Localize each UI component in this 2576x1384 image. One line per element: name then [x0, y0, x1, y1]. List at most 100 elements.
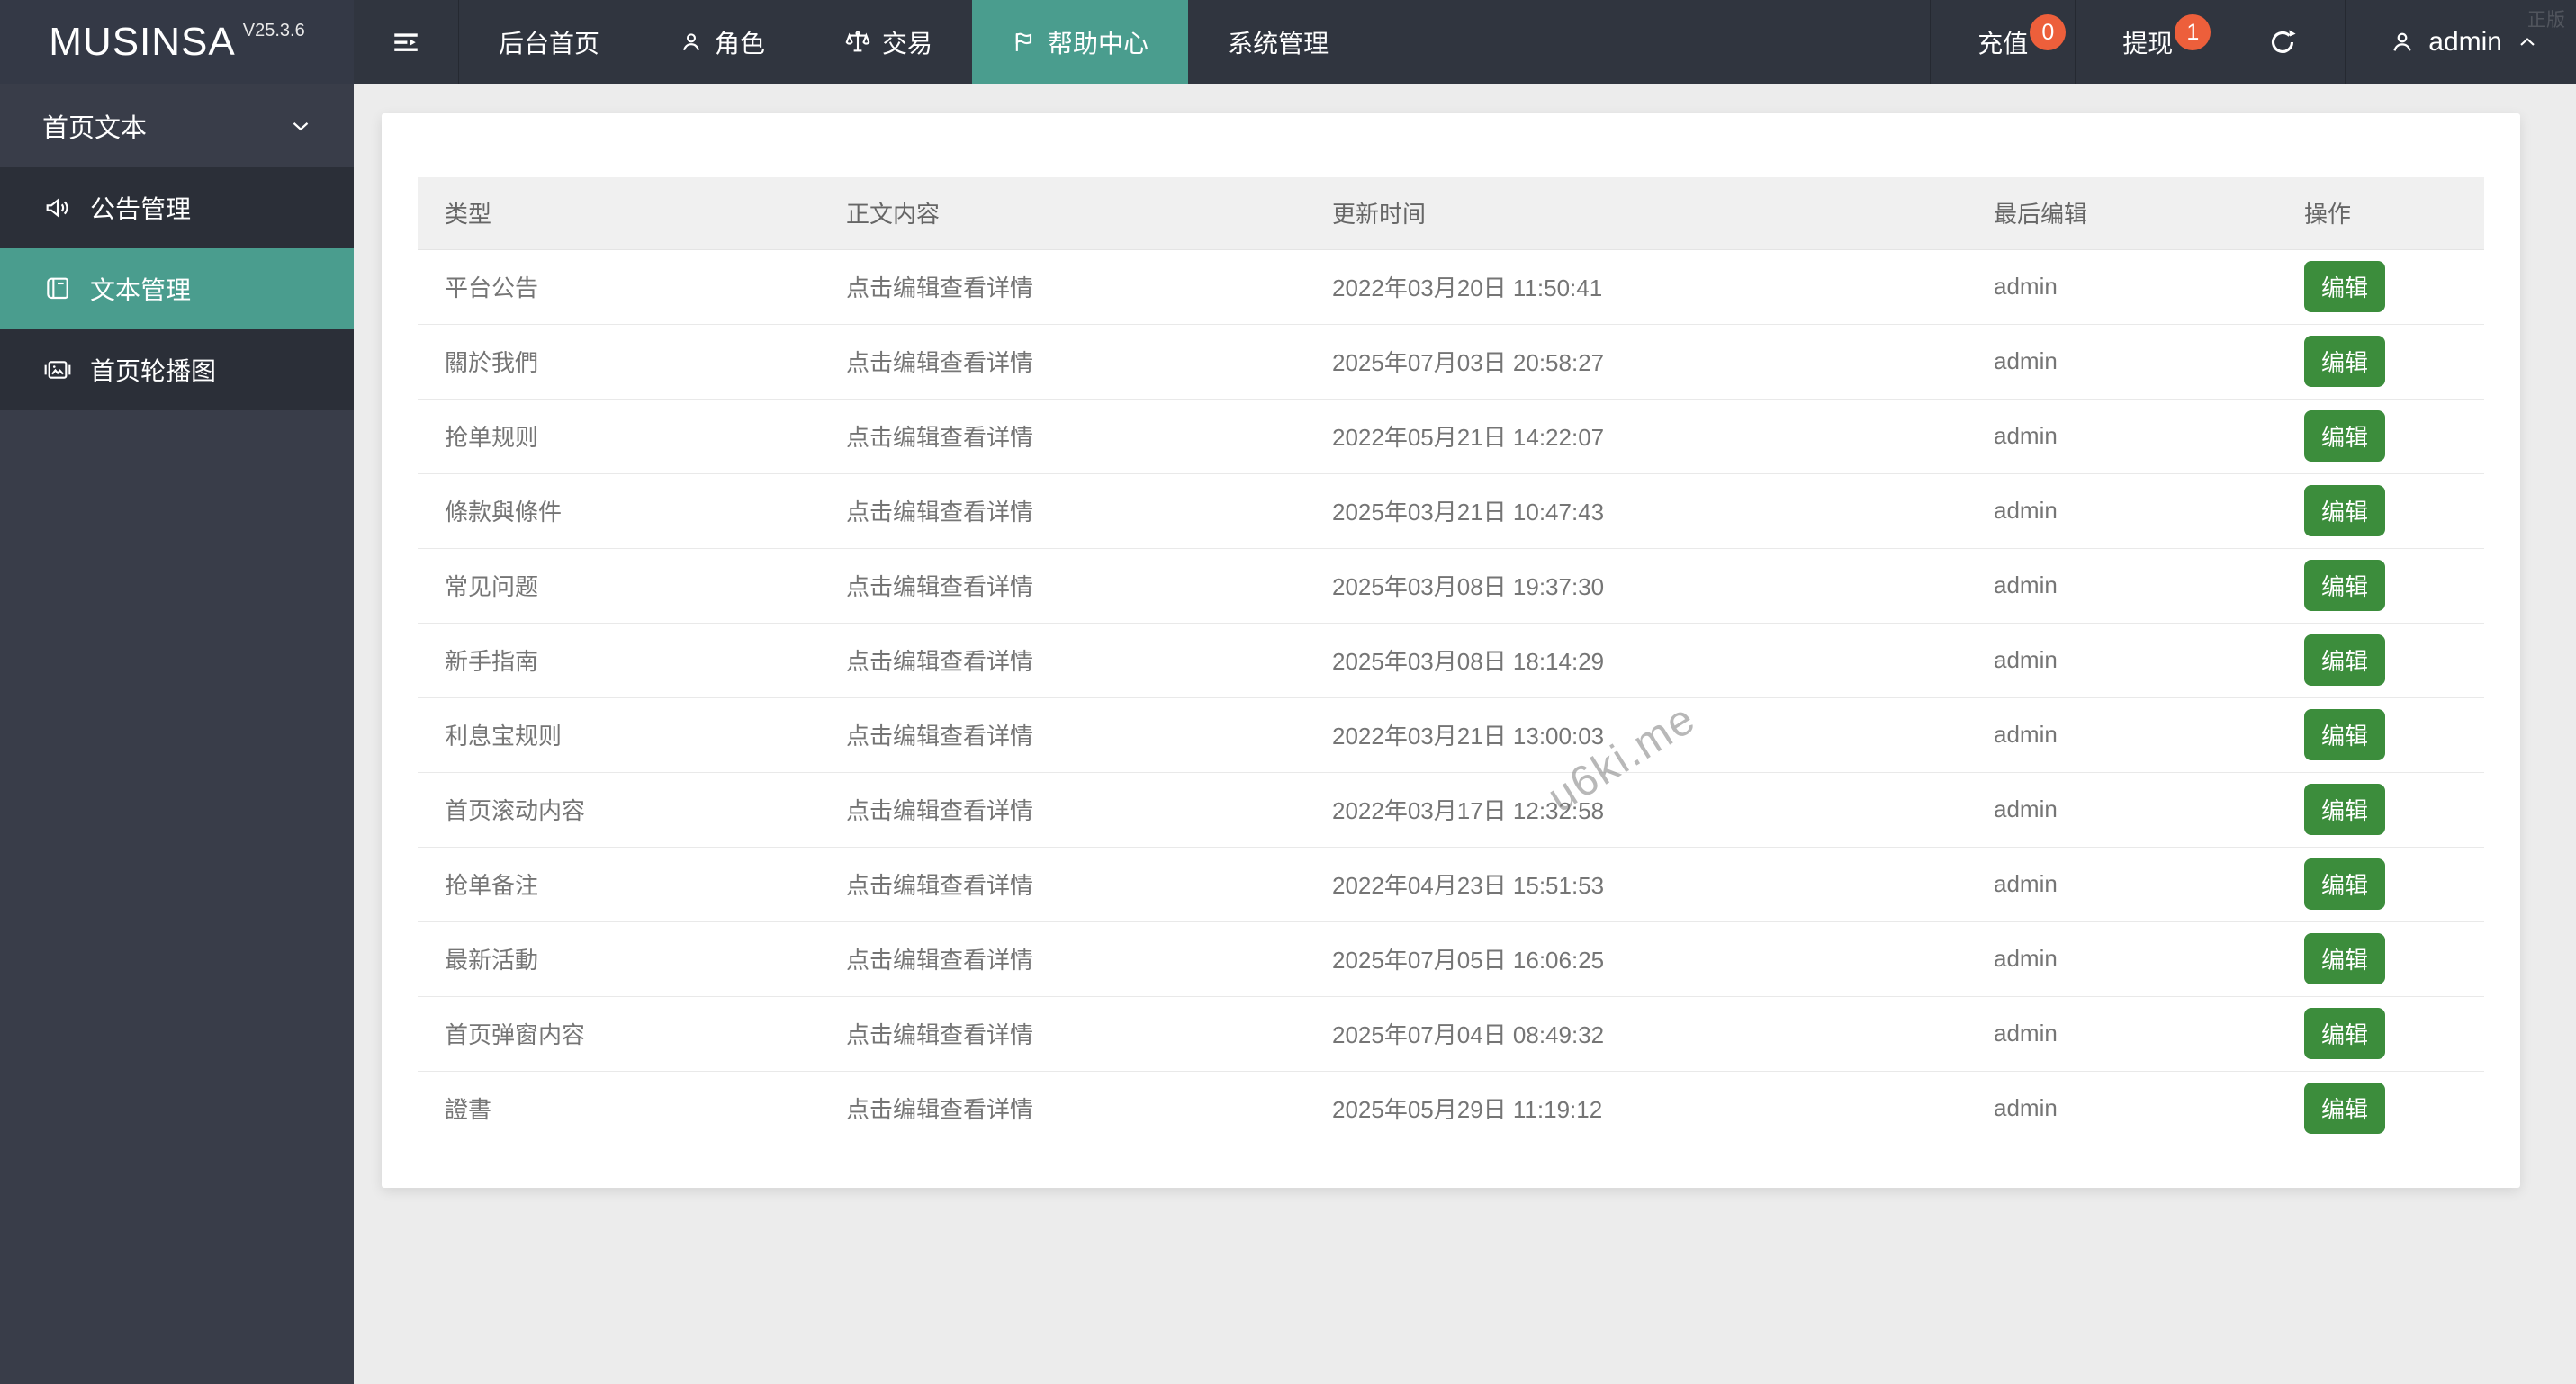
refresh-button[interactable] [2220, 0, 2345, 84]
nav-item-label: 后台首页 [499, 29, 600, 58]
nav-item-system[interactable]: 系统管理 [1188, 0, 1368, 84]
edit-button[interactable]: 编辑 [2304, 933, 2386, 984]
scales-icon [844, 29, 871, 56]
cell-editor: admin [1967, 772, 2277, 848]
cell-content: 点击编辑查看详情 [819, 473, 1305, 549]
cell-time: 2022年04月23日 15:51:53 [1305, 847, 1967, 922]
column-header-action: 操作 [2277, 177, 2484, 250]
cell-editor: admin [1967, 1071, 2277, 1146]
nav-item-roles[interactable]: 角色 [639, 0, 805, 84]
cell-content: 点击编辑查看详情 [819, 847, 1305, 922]
edit-button[interactable]: 编辑 [2304, 709, 2386, 760]
cell-action: 编辑 [2277, 847, 2484, 922]
sidebar-item-carousel[interactable]: 首页轮播图 [0, 329, 354, 410]
chevron-down-icon [287, 112, 314, 139]
cell-action: 编辑 [2277, 548, 2484, 624]
user-menu[interactable]: admin [2345, 0, 2576, 84]
logo-version: V25.3.6 [242, 21, 305, 40]
sidebar-item-label: 首页轮播图 [90, 357, 217, 385]
nav-item-help-center[interactable]: 帮助中心 [972, 0, 1189, 84]
withdraw-badge: 1 [2175, 14, 2211, 50]
recharge-badge: 0 [2030, 14, 2067, 50]
main-content: 类型 正文内容 更新时间 最后编辑 操作 平台公告 点击编辑查看详情 2022年… [354, 84, 2576, 1384]
nav-item-label: 角色 [715, 29, 766, 58]
withdraw-button[interactable]: 提现 1 [2075, 0, 2220, 84]
sidebar: 首页文本 公告管理 文本管理 首页轮播图 [0, 84, 354, 1384]
recharge-button[interactable]: 充值 0 [1930, 0, 2075, 84]
cell-time: 2022年03月21日 13:00:03 [1305, 697, 1967, 773]
cell-time: 2025年03月08日 18:14:29 [1305, 623, 1967, 698]
recharge-label: 充值 [1977, 29, 2029, 58]
sidebar-item-label: 文本管理 [90, 276, 192, 304]
table-row: 新手指南 点击编辑查看详情 2025年03月08日 18:14:29 admin… [418, 623, 2484, 698]
column-header-time: 更新时间 [1305, 177, 1967, 250]
edit-button[interactable]: 编辑 [2304, 634, 2386, 686]
cell-editor: admin [1967, 996, 2277, 1072]
cell-editor: admin [1967, 548, 2277, 624]
edit-button[interactable]: 编辑 [2304, 261, 2386, 312]
cell-type: 首页弹窗内容 [418, 996, 819, 1072]
nav-item-label: 帮助中心 [1048, 29, 1149, 58]
sidebar-collapse-button[interactable] [354, 0, 459, 84]
cell-editor: admin [1967, 249, 2277, 325]
sidebar-group-home-text[interactable]: 首页文本 [0, 84, 354, 167]
cell-type: 條款與條件 [418, 473, 819, 549]
cell-type: 最新活動 [418, 921, 819, 997]
cell-content: 点击编辑查看详情 [819, 772, 1305, 848]
edit-button[interactable]: 编辑 [2304, 784, 2386, 835]
nav-item-trade[interactable]: 交易 [805, 0, 972, 84]
username: admin [2428, 26, 2502, 57]
person-icon [679, 30, 704, 55]
edit-button[interactable]: 编辑 [2304, 560, 2386, 611]
edit-button[interactable]: 编辑 [2304, 336, 2386, 387]
cell-action: 编辑 [2277, 473, 2484, 549]
cell-time: 2025年05月29日 11:19:12 [1305, 1071, 1967, 1146]
cell-editor: admin [1967, 697, 2277, 773]
carousel-icon [43, 355, 72, 384]
edit-button[interactable]: 编辑 [2304, 858, 2386, 910]
table-row: 首页弹窗内容 点击编辑查看详情 2025年07月04日 08:49:32 adm… [418, 996, 2484, 1072]
nav-item-dashboard[interactable]: 后台首页 [459, 0, 639, 84]
cell-type: 抢单备注 [418, 847, 819, 922]
cell-content: 点击编辑查看详情 [819, 399, 1305, 474]
person-icon [2389, 29, 2416, 56]
refresh-icon [2267, 27, 2298, 58]
cell-action: 编辑 [2277, 623, 2484, 698]
admin-app: MUSINSA V25.3.6 后台首页 角色 交易 帮助中心 系统管理 充值 … [0, 0, 2576, 1384]
cell-type: 關於我們 [418, 324, 819, 400]
cell-editor: admin [1967, 623, 2277, 698]
cell-type: 抢单规则 [418, 399, 819, 474]
text-manage-table: 类型 正文内容 更新时间 最后编辑 操作 平台公告 点击编辑查看详情 2022年… [418, 177, 2484, 1146]
cell-content: 点击编辑查看详情 [819, 697, 1305, 773]
table-row: 首页滚动内容 点击编辑查看详情 2022年03月17日 12:32:58 adm… [418, 772, 2484, 848]
cell-time: 2025年03月21日 10:47:43 [1305, 473, 1967, 549]
cell-type: 首页滚动内容 [418, 772, 819, 848]
cell-time: 2025年07月04日 08:49:32 [1305, 996, 1967, 1072]
cell-time: 2025年07月05日 16:06:25 [1305, 921, 1967, 997]
nav-item-label: 系统管理 [1228, 29, 1329, 58]
cell-editor: admin [1967, 399, 2277, 474]
table-row: 平台公告 点击编辑查看详情 2022年03月20日 11:50:41 admin… [418, 249, 2484, 325]
edit-button[interactable]: 编辑 [2304, 410, 2386, 462]
sidebar-item-announcement[interactable]: 公告管理 [0, 167, 354, 248]
cell-type: 利息宝规则 [418, 697, 819, 773]
nav-item-label: 交易 [882, 29, 933, 58]
cell-content: 点击编辑查看详情 [819, 1071, 1305, 1146]
logo[interactable]: MUSINSA V25.3.6 [0, 0, 354, 84]
cell-time: 2025年03月08日 19:37:30 [1305, 548, 1967, 624]
cell-action: 编辑 [2277, 996, 2484, 1072]
withdraw-label: 提现 [2122, 29, 2174, 58]
top-navbar: MUSINSA V25.3.6 后台首页 角色 交易 帮助中心 系统管理 充值 … [0, 0, 2576, 84]
table-header-row: 类型 正文内容 更新时间 最后编辑 操作 [418, 177, 2484, 250]
menu-collapse-icon [391, 27, 421, 58]
edit-button[interactable]: 编辑 [2304, 485, 2386, 536]
cell-type: 平台公告 [418, 249, 819, 325]
table-row: 抢单备注 点击编辑查看详情 2022年04月23日 15:51:53 admin… [418, 847, 2484, 922]
edit-button[interactable]: 编辑 [2304, 1083, 2386, 1134]
flag-icon [1012, 30, 1037, 55]
sidebar-item-text-manage[interactable]: 文本管理 [0, 248, 354, 329]
edit-button[interactable]: 编辑 [2304, 1008, 2386, 1059]
cell-action: 编辑 [2277, 772, 2484, 848]
cell-time: 2022年05月21日 14:22:07 [1305, 399, 1967, 474]
cell-action: 编辑 [2277, 249, 2484, 325]
